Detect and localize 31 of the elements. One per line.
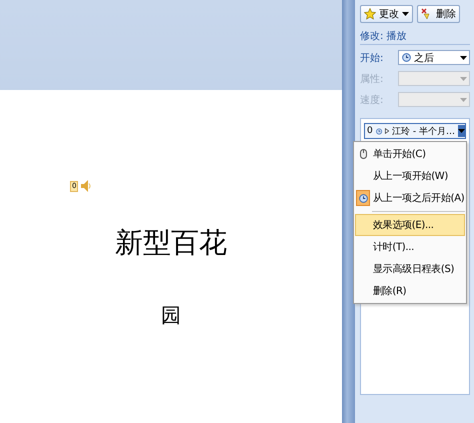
- menu-item[interactable]: 从上一项开始(W): [355, 165, 465, 187]
- caret-icon: [458, 129, 465, 133]
- dropdown-button[interactable]: [458, 125, 465, 137]
- change-button[interactable]: 更改: [360, 5, 413, 23]
- slide-title: 新型百花: [115, 227, 227, 261]
- animation-item[interactable]: 0 江玲 - 半个月…: [364, 123, 466, 139]
- caret-icon: [460, 76, 467, 80]
- caret-icon: [402, 12, 409, 16]
- caret-icon: [460, 98, 467, 102]
- mouse-icon: [360, 149, 366, 159]
- pane-splitter[interactable]: [342, 0, 355, 423]
- menu-item[interactable]: 效果选项(E)...: [355, 214, 465, 236]
- remove-button[interactable]: 删除: [417, 5, 460, 23]
- field-label: 速度:: [360, 94, 384, 106]
- menu-item[interactable]: 从上一项之后开始(A): [355, 187, 465, 209]
- clock-icon: [376, 126, 382, 136]
- slide-text: 园: [161, 304, 181, 329]
- clock-icon: [358, 194, 368, 202]
- field-label: 开始:: [360, 52, 384, 64]
- section-title: 修改: 播放: [360, 27, 470, 45]
- menu-item[interactable]: 计时(T)...: [355, 236, 465, 258]
- caret-icon: [460, 56, 467, 60]
- play-icon: [384, 127, 390, 135]
- dropdown[interactable]: 之后: [398, 50, 470, 65]
- speaker-icon: [81, 180, 92, 192]
- clock-icon: [402, 53, 411, 62]
- menu-item[interactable]: 单击开始(C): [355, 143, 465, 165]
- star-icon: [364, 8, 376, 20]
- menu-item[interactable]: 删除(R): [355, 280, 465, 302]
- field-label: 属性:: [360, 72, 384, 86]
- menu-item[interactable]: 显示高级日程表(S): [355, 258, 465, 280]
